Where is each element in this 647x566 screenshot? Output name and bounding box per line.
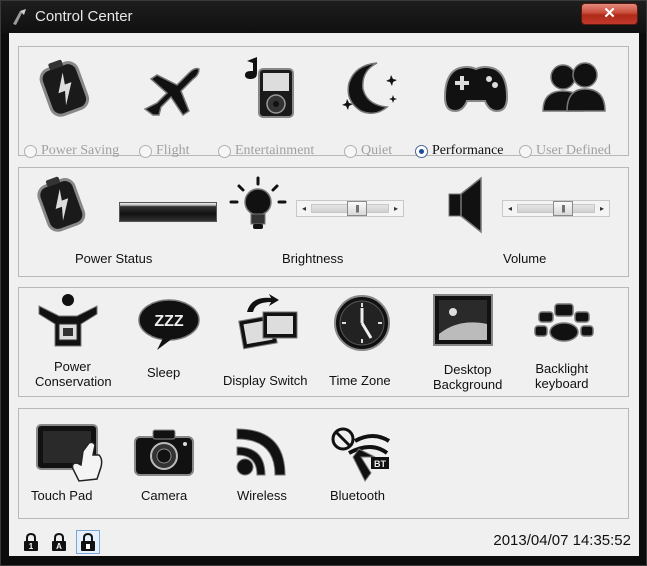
brightness-label: Brightness <box>282 251 344 266</box>
backlight-keyboard-label: Backlight keyboard <box>535 361 588 391</box>
mode-power-saving[interactable]: Power Saving <box>24 143 119 159</box>
label-line-1: Power <box>54 359 91 374</box>
control-center-window: Control Center ✕ Power Saving Flight Ent… <box>0 0 647 566</box>
wireless-label: Wireless <box>237 488 287 503</box>
slider-left-arrow-icon[interactable]: ◂ <box>298 202 310 215</box>
touch-pad-label: Touch Pad <box>31 488 93 503</box>
radio-button[interactable] <box>218 144 231 158</box>
volume-slider[interactable]: ◂ ||| ▸ <box>502 200 610 217</box>
status-bar: 1 A 2013/04/07 14:35:52 <box>9 526 639 556</box>
mode-label: Power Saving <box>41 143 120 158</box>
label-line-1: Backlight <box>535 361 589 376</box>
users-icon[interactable] <box>541 59 607 117</box>
scroll-lock-icon <box>76 530 100 554</box>
slider-right-arrow-icon[interactable]: ▸ <box>390 202 402 215</box>
power-status-label: Power Status <box>75 251 153 266</box>
battery-icon[interactable] <box>33 57 95 119</box>
devices-panel: Touch Pad Camera Wireless BT Bluetooth <box>18 408 629 519</box>
power-status-bar <box>119 202 217 222</box>
modes-panel: Power Saving Flight Entertainment Quiet … <box>18 46 629 159</box>
desktop-background-icon[interactable] <box>433 294 493 346</box>
volume-label: Volume <box>503 251 547 266</box>
camera-label: Camera <box>141 488 188 503</box>
num-lock-letter: 1 <box>29 542 34 551</box>
lightbulb-icon <box>229 176 287 234</box>
svg-text:BT: BT <box>374 459 386 469</box>
window-title: Control Center <box>35 8 133 25</box>
mode-label: User Defined <box>536 143 612 158</box>
backlight-keyboard-icon[interactable] <box>533 302 595 344</box>
caps-lock-icon: A <box>49 532 69 552</box>
bluetooth-label: Bluetooth <box>330 488 385 503</box>
airplane-icon[interactable] <box>137 57 203 119</box>
date-time: 2013/04/07 14:35:52 <box>493 532 631 549</box>
brightness-slider-thumb[interactable]: ||| <box>346 201 367 216</box>
label-line-2: keyboard <box>535 376 589 391</box>
mode-flight[interactable]: Flight <box>139 143 189 159</box>
label-line-1: Desktop <box>443 362 492 377</box>
touchpad-icon[interactable] <box>35 423 103 483</box>
desktop-background-label: Desktop Background <box>433 362 502 392</box>
mode-performance[interactable]: Performance <box>415 143 504 159</box>
display-switch-label: Display Switch <box>223 373 308 388</box>
wireless-icon[interactable] <box>231 423 293 481</box>
brightness-slider[interactable]: ◂ ||| ▸ <box>296 200 404 217</box>
mode-quiet[interactable]: Quiet <box>344 143 392 159</box>
radio-button[interactable] <box>139 144 152 158</box>
mode-label: Flight <box>156 143 190 158</box>
clock-icon[interactable] <box>333 294 391 352</box>
mode-label: Quiet <box>361 143 393 158</box>
close-button[interactable]: ✕ <box>581 3 638 25</box>
volume-slider-thumb[interactable]: ||| <box>552 201 573 216</box>
svg-text:ZZZ: ZZZ <box>154 313 184 330</box>
mode-user-defined[interactable]: User Defined <box>519 143 611 159</box>
bluetooth-icon[interactable]: BT <box>329 423 393 483</box>
mode-entertainment[interactable]: Entertainment <box>218 143 314 159</box>
camera-icon[interactable] <box>133 427 195 477</box>
display-switch-icon[interactable] <box>237 292 301 350</box>
sleep-icon[interactable]: ZZZ <box>137 298 201 350</box>
speaker-icon <box>447 176 487 234</box>
label-line-2: Conservation <box>35 374 112 389</box>
radio-button[interactable] <box>415 144 428 158</box>
label-line-2: Background <box>433 377 503 392</box>
caps-lock-letter: A <box>56 542 62 551</box>
mode-label: Performance <box>432 143 504 158</box>
app-icon <box>10 7 30 27</box>
tools-panel: Power Conservation ZZZ Sleep Display Swi… <box>18 287 629 397</box>
radio-button[interactable] <box>519 144 532 158</box>
slider-right-arrow-icon[interactable]: ▸ <box>596 202 608 215</box>
gamepad-icon[interactable] <box>443 63 509 115</box>
sleep-label: Sleep <box>147 365 181 380</box>
music-player-icon[interactable] <box>241 57 299 119</box>
radio-button[interactable] <box>24 144 37 158</box>
mode-label: Entertainment <box>235 143 315 158</box>
title-bar: Control Center ✕ <box>1 1 646 33</box>
power-conservation-label: Power Conservation <box>35 359 135 389</box>
moon-stars-icon[interactable] <box>339 57 401 119</box>
client-area: Power Saving Flight Entertainment Quiet … <box>9 33 639 526</box>
radio-button[interactable] <box>344 144 357 158</box>
time-zone-label: Time Zone <box>329 373 391 388</box>
slider-left-arrow-icon[interactable]: ◂ <box>504 202 516 215</box>
num-lock-icon: 1 <box>21 532 41 552</box>
status-panel: Power Status ◂ ||| ▸ Brightness ◂ ||| ▸ … <box>18 167 629 277</box>
battery-icon <box>31 174 91 234</box>
power-conservation-icon[interactable] <box>37 292 99 348</box>
